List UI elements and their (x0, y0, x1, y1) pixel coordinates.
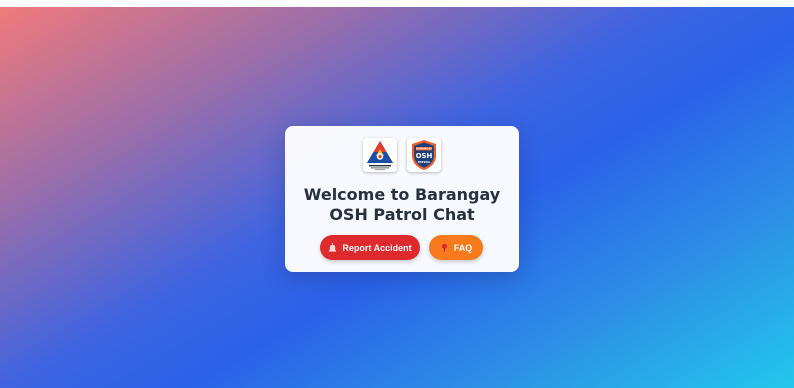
dole-seal-icon (367, 141, 393, 171)
osh-badge-bottom-text: PATROL (418, 160, 431, 164)
faq-label: FAQ (453, 242, 473, 253)
pin-icon (440, 243, 449, 252)
osh-badge-top-text: BARANGAY (416, 147, 432, 151)
siren-icon (328, 243, 337, 252)
report-accident-button[interactable]: Report Accident (320, 235, 420, 260)
report-accident-label: Report Accident (342, 242, 412, 253)
page-title: Welcome to Barangay OSH Patrol Chat (303, 185, 501, 224)
osh-shield-icon: BARANGAY OSH PATROL (412, 140, 436, 170)
faq-button[interactable]: FAQ (429, 235, 483, 260)
dole-logo (363, 138, 397, 172)
top-bar (0, 0, 794, 7)
logo-row: BARANGAY OSH PATROL (285, 138, 519, 174)
osh-badge-main-text: OSH (416, 152, 433, 160)
osh-patrol-logo: BARANGAY OSH PATROL (407, 138, 441, 172)
welcome-card: BARANGAY OSH PATROL Welcome to Barangay … (285, 126, 519, 272)
